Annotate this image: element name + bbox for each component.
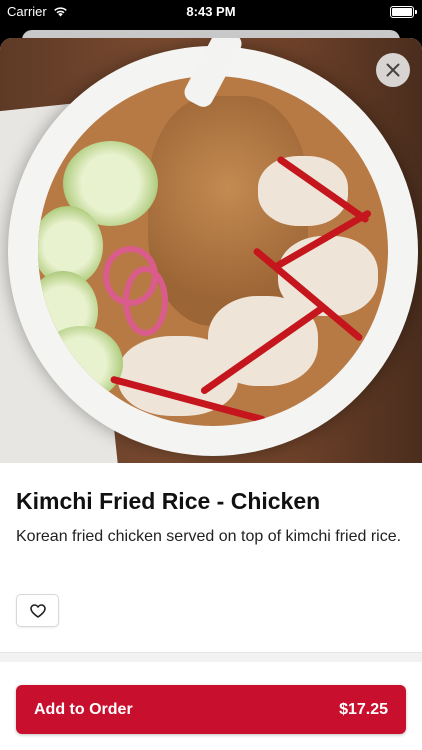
item-price: $17.25 [339,700,388,718]
status-time: 8:43 PM [186,4,236,19]
status-bar: Carrier 8:43 PM [0,0,422,24]
pickled-onion [123,266,168,336]
item-title: Kimchi Fried Rice - Chicken [16,488,321,514]
bowl-decoration [8,46,418,456]
item-detail-sheet: Kimchi Fried Rice - Chicken Korean fried… [0,38,422,750]
close-icon [386,63,400,77]
item-photo [0,38,422,463]
heart-icon [29,603,46,618]
item-description: Korean fried chicken served on top of ki… [16,528,402,545]
close-button[interactable] [376,53,410,87]
add-to-order-button[interactable]: Add to Order $17.25 [16,685,406,734]
chicken-piece [258,156,348,226]
bowl-contents [38,76,388,426]
battery-fill [392,8,412,16]
add-to-order-label: Add to Order [34,700,133,718]
cucumber-slice [38,326,123,401]
battery-icon [390,6,417,18]
favorite-button[interactable] [16,594,59,627]
section-divider [0,652,422,662]
